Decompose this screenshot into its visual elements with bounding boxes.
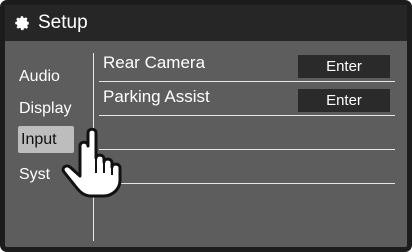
- page-title: Setup: [38, 12, 88, 33]
- rear-camera-enter-button[interactable]: Enter: [298, 55, 390, 78]
- setting-label: Parking Assist: [103, 87, 210, 106]
- parking-assist-enter-button[interactable]: Enter: [298, 89, 390, 112]
- hand-pointer-icon: [61, 127, 122, 198]
- setting-label: Rear Camera: [103, 53, 206, 72]
- sidebar-item-display[interactable]: Display: [16, 95, 84, 122]
- sidebar-item-audio[interactable]: Audio: [16, 63, 84, 90]
- setup-screen: Setup Audio Display Input Syst Rear Came…: [0, 0, 412, 252]
- setting-row-parking-assist: Parking Assist Enter: [99, 86, 395, 116]
- gear-icon: [13, 14, 31, 32]
- setting-row-rear-camera: Rear Camera Enter: [99, 52, 395, 82]
- title-bar: Setup: [5, 5, 407, 41]
